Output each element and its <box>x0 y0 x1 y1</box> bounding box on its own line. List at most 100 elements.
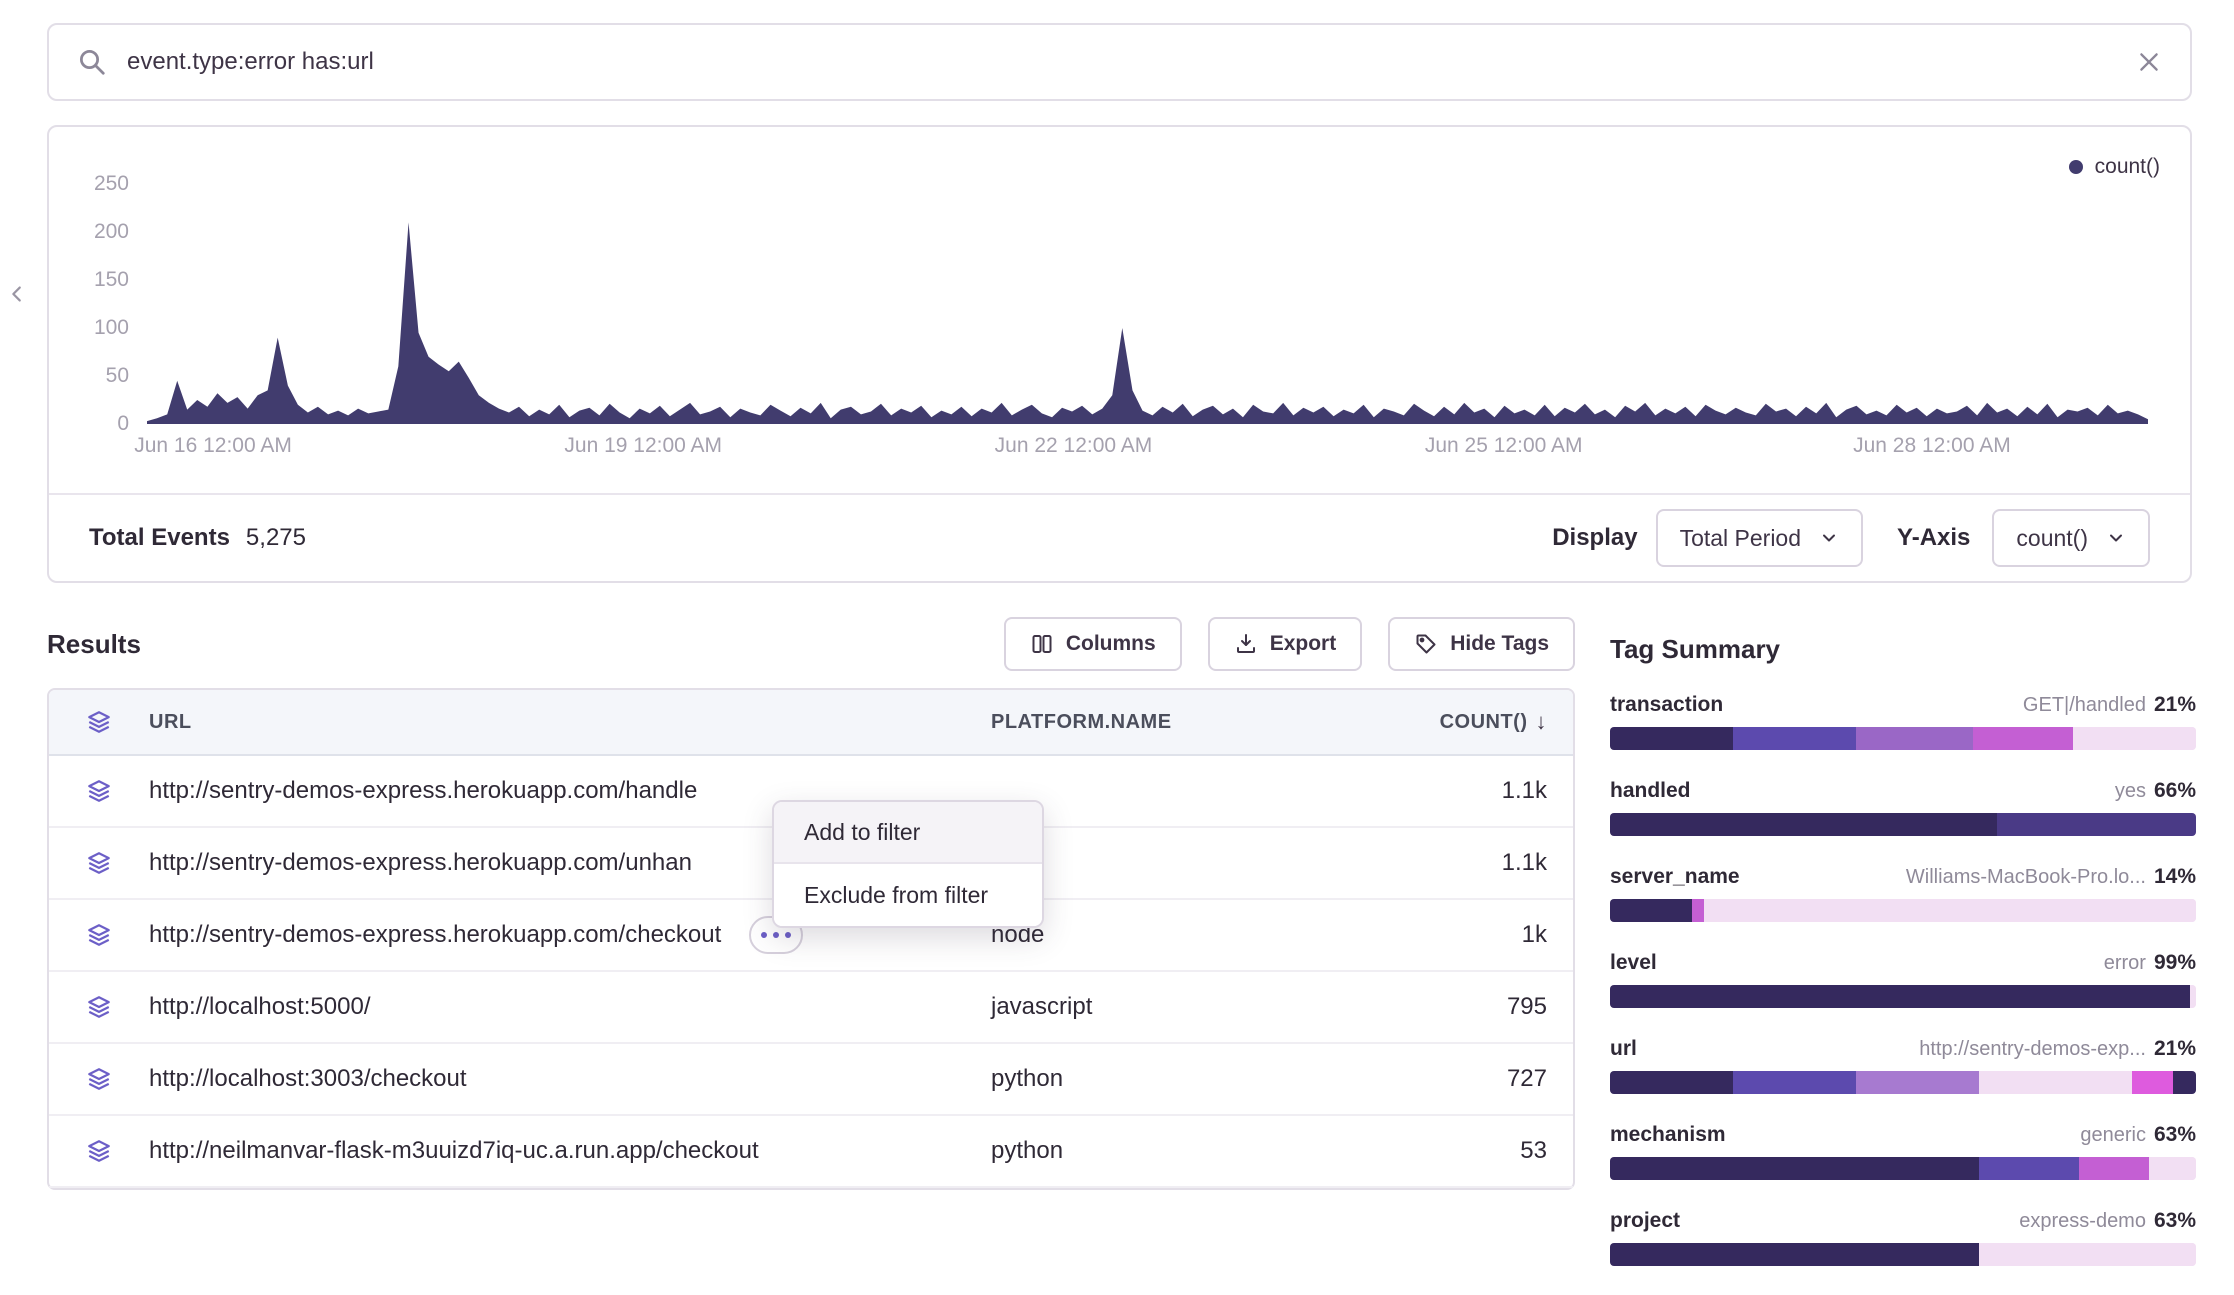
search-input[interactable] <box>127 48 2116 76</box>
tag-name: transaction <box>1610 693 1723 717</box>
column-header-count[interactable]: COUNT() ↓ <box>1349 709 1577 735</box>
tag-name: handled <box>1610 779 1691 803</box>
y-tick-label: 0 <box>49 411 129 437</box>
url-cell: http://neilmanvar-flask-m3uuizd7iq-uc.a.… <box>149 1137 759 1165</box>
tag-bar-segment <box>2190 985 2196 1008</box>
stack-icon <box>49 1066 149 1092</box>
tag-top-value: express-demo <box>2019 1210 2146 1233</box>
tag-bar-segment <box>1704 899 2196 922</box>
tag-bar[interactable] <box>1610 899 2196 922</box>
cell-action-menu: Add to filter Exclude from filter <box>772 800 1044 928</box>
tag-icon <box>1414 632 1438 656</box>
platform-cell: python <box>991 1065 1349 1093</box>
url-cell: http://localhost:3003/checkout <box>149 1065 467 1093</box>
search-icon <box>77 47 107 77</box>
total-events-label: Total Events <box>89 524 230 552</box>
results-table: URL PLATFORM.NAME COUNT() ↓ http://sentr… <box>47 688 1575 1190</box>
platform-cell: node <box>991 921 1349 949</box>
tag-item-url: url http://sentry-demos-exp... 21% <box>1610 1037 2196 1094</box>
stack-icon <box>49 922 149 948</box>
columns-button[interactable]: Columns <box>1004 617 1182 671</box>
tag-bar-segment <box>1733 1071 1856 1094</box>
stack-icon <box>49 850 149 876</box>
tag-name: level <box>1610 951 1657 975</box>
chevron-down-icon <box>2106 528 2126 548</box>
download-icon <box>1234 632 1258 656</box>
tag-bar[interactable] <box>1610 1243 2196 1266</box>
x-tick-label: Jun 19 12:00 AM <box>564 434 722 458</box>
tag-top-value: Williams-MacBook-Pro.lo... <box>1906 866 2146 889</box>
tag-percent: 14% <box>2154 865 2196 889</box>
stack-icon <box>49 778 149 804</box>
total-events-value: 5,275 <box>246 524 306 552</box>
y-tick-label: 250 <box>49 171 129 197</box>
hide-tags-button[interactable]: Hide Tags <box>1388 617 1575 671</box>
exclude-from-filter-menu-item[interactable]: Exclude from filter <box>774 864 1042 926</box>
chevron-down-icon <box>1819 528 1839 548</box>
yaxis-select[interactable]: count() <box>1992 509 2150 567</box>
tag-bar[interactable] <box>1610 813 2196 836</box>
chart-legend[interactable]: count() <box>2069 155 2160 179</box>
table-header-row: URL PLATFORM.NAME COUNT() ↓ <box>49 690 1573 756</box>
tag-bar-segment <box>1979 1157 2079 1180</box>
x-tick-label: Jun 22 12:00 AM <box>995 434 1153 458</box>
tag-percent: 99% <box>2154 951 2196 975</box>
tag-bar-segment <box>1610 813 1997 836</box>
add-to-filter-menu-item[interactable]: Add to filter <box>774 802 1042 864</box>
columns-button-label: Columns <box>1066 632 1156 656</box>
tag-bar[interactable] <box>1610 1157 2196 1180</box>
display-select-value: Total Period <box>1680 525 1801 552</box>
tag-bar-segment <box>1610 727 1733 750</box>
results-title: Results <box>47 629 141 660</box>
chart-plot <box>147 184 2148 424</box>
tag-bar-segment <box>2079 1157 2149 1180</box>
legend-dot <box>2069 160 2083 174</box>
chart-area: count() 250200150100500 Jun 16 12:00 AMJ… <box>49 127 2190 493</box>
tag-bar-segment <box>1610 1071 1733 1094</box>
tag-bar[interactable] <box>1610 727 2196 750</box>
tag-item-level: level error 99% <box>1610 951 2196 1008</box>
tag-item-server-name: server_name Williams-MacBook-Pro.lo... 1… <box>1610 865 2196 922</box>
tag-bar-segment <box>1610 1243 1979 1266</box>
tag-bar-segment <box>2173 1071 2196 1094</box>
tag-percent: 63% <box>2154 1123 2196 1147</box>
results-header: Results Columns Export Hide Tags <box>47 616 1575 672</box>
display-select[interactable]: Total Period <box>1656 509 1863 567</box>
clear-search-icon[interactable] <box>2136 49 2162 75</box>
sort-desc-icon: ↓ <box>1536 709 1548 735</box>
tag-top-value: generic <box>2080 1124 2146 1147</box>
tag-percent: 21% <box>2154 693 2196 717</box>
url-cell: http://localhost:5000/ <box>149 993 370 1021</box>
sidebar-collapse-chevron-icon[interactable] <box>6 283 28 305</box>
tag-bar-segment <box>2149 1157 2196 1180</box>
url-cell: http://sentry-demos-express.herokuapp.co… <box>149 849 692 877</box>
table-row[interactable]: http://localhost:3003/checkout python 72… <box>49 1044 1573 1116</box>
tag-percent: 63% <box>2154 1209 2196 1233</box>
stack-icon <box>49 709 149 735</box>
tag-summary-panel: Tag Summary transaction GET|/handled 21%… <box>1610 634 2196 1295</box>
events-chart-panel: count() 250200150100500 Jun 16 12:00 AMJ… <box>47 125 2192 583</box>
tag-percent: 21% <box>2154 1037 2196 1061</box>
export-button[interactable]: Export <box>1208 617 1363 671</box>
tag-summary-heading: Tag Summary <box>1610 634 2196 665</box>
y-tick-label: 150 <box>49 267 129 293</box>
x-tick-label: Jun 25 12:00 AM <box>1425 434 1583 458</box>
column-header-platform[interactable]: PLATFORM.NAME <box>991 711 1349 734</box>
export-button-label: Export <box>1270 632 1337 656</box>
count-cell: 1k <box>1349 921 1577 949</box>
tag-name: project <box>1610 1209 1680 1233</box>
stack-icon <box>49 1138 149 1164</box>
tag-bar[interactable] <box>1610 985 2196 1008</box>
count-cell: 53 <box>1349 1137 1577 1165</box>
url-cell: http://sentry-demos-express.herokuapp.co… <box>149 777 697 805</box>
tag-name: server_name <box>1610 865 1740 889</box>
tag-bar[interactable] <box>1610 1071 2196 1094</box>
platform-cell: javascript <box>991 993 1349 1021</box>
count-cell: 727 <box>1349 1065 1577 1093</box>
chart-footer: Total Events 5,275 Display Total Period … <box>49 493 2190 581</box>
table-row[interactable]: http://neilmanvar-flask-m3uuizd7iq-uc.a.… <box>49 1116 1573 1188</box>
y-tick-label: 50 <box>49 363 129 389</box>
table-row[interactable]: http://localhost:5000/ javascript 795 <box>49 972 1573 1044</box>
count-header-label: COUNT() <box>1440 711 1528 734</box>
column-header-url[interactable]: URL <box>149 711 991 734</box>
